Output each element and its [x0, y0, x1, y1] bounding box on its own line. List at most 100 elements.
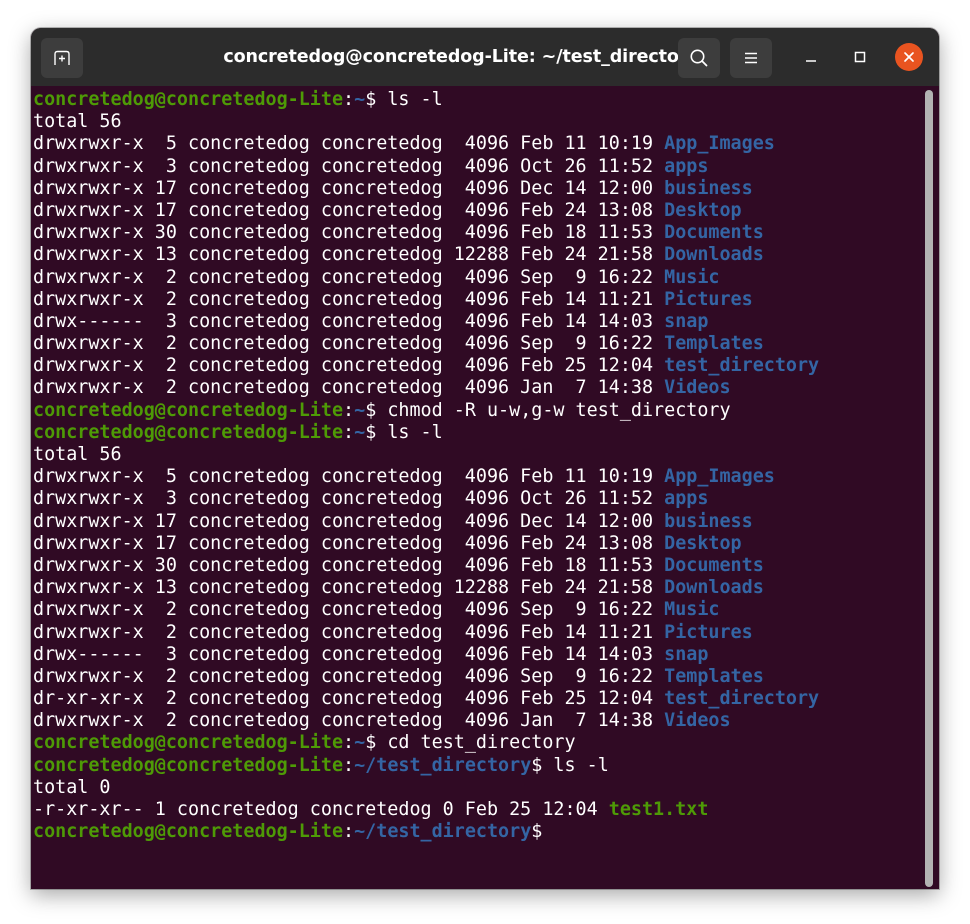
- terminal-text: drwxrwxr-x 17 concretedog concretedog 40…: [33, 199, 665, 221]
- terminal-line: drwxrwxr-x 30 concretedog concretedog 40…: [33, 222, 923, 244]
- terminal-output[interactable]: concretedog@concretedog-Lite:~$ ls -l tot…: [31, 86, 923, 889]
- prompt-path: ~: [354, 421, 366, 443]
- terminal-line: total 56: [33, 111, 923, 133]
- terminal-line: drwxrwxr-x 13 concretedog concretedog 12…: [33, 577, 923, 599]
- terminal-text: $: [531, 821, 543, 843]
- directory-name: Videos: [664, 710, 731, 732]
- terminal-text: $ cd test_directory: [365, 732, 576, 754]
- terminal-line: concretedog@concretedog-Lite:~$ cd test_…: [33, 732, 923, 754]
- terminal-window: concretedog@concretedog-Lite: ~/test_dir…: [31, 28, 939, 889]
- maximize-icon: [854, 51, 866, 63]
- terminal-line: drwxrwxr-x 2 concretedog concretedog 409…: [33, 333, 923, 355]
- directory-name: Templates: [664, 333, 764, 355]
- close-button[interactable]: [895, 43, 923, 71]
- terminal-text: :: [343, 89, 355, 110]
- close-icon: [904, 52, 914, 62]
- minimize-icon: [806, 60, 816, 62]
- directory-name: snap: [664, 643, 709, 665]
- terminal-text: drwxrwxr-x 5 concretedog concretedog 409…: [33, 466, 665, 488]
- terminal-line: drwxrwxr-x 17 concretedog concretedog 40…: [33, 533, 923, 555]
- terminal-line: concretedog@concretedog-Lite:~/test_dire…: [33, 821, 923, 843]
- terminal-line: concretedog@concretedog-Lite:~$ ls -l: [33, 422, 923, 444]
- prompt-user-host: concretedog@concretedog-Lite: [33, 754, 344, 776]
- terminal-line: drwxrwxr-x 30 concretedog concretedog 40…: [33, 555, 923, 577]
- terminal-line: drwx------ 3 concretedog concretedog 409…: [33, 311, 923, 333]
- terminal-text: drwxrwxr-x 17 concretedog concretedog 40…: [33, 532, 665, 554]
- terminal-line: concretedog@concretedog-Lite:~$ chmod -R…: [33, 400, 923, 422]
- terminal-line: total 56: [33, 444, 923, 466]
- terminal-line: drwxrwxr-x 2 concretedog concretedog 409…: [33, 377, 923, 399]
- prompt-user-host: concretedog@concretedog-Lite: [33, 399, 344, 421]
- terminal-text: drwxrwxr-x 17 concretedog concretedog 40…: [33, 510, 665, 532]
- prompt-path: ~/test_directory: [354, 821, 532, 843]
- terminal-line: drwxrwxr-x 13 concretedog concretedog 12…: [33, 244, 923, 266]
- terminal-text: drwxrwxr-x 3 concretedog concretedog 409…: [33, 488, 665, 510]
- terminal-text: drwxrwxr-x 2 concretedog concretedog 409…: [33, 288, 665, 310]
- terminal-line: drwxrwxr-x 2 concretedog concretedog 409…: [33, 666, 923, 688]
- menu-button[interactable]: [730, 38, 772, 78]
- directory-name: Desktop: [664, 532, 742, 554]
- minimize-button[interactable]: [797, 43, 825, 71]
- terminal-text: drwxrwxr-x 2 concretedog concretedog 409…: [33, 266, 665, 288]
- directory-name: Videos: [664, 377, 731, 399]
- terminal-text: drwxrwxr-x 30 concretedog concretedog 40…: [33, 222, 665, 244]
- terminal-line: drwxrwxr-x 2 concretedog concretedog 409…: [33, 599, 923, 621]
- window-title: concretedog@concretedog-Lite: ~/test_dir…: [223, 47, 699, 67]
- terminal-text: :: [343, 421, 355, 443]
- directory-name: test_directory: [664, 355, 820, 377]
- file-name: test1.txt: [608, 799, 709, 820]
- prompt-user-host: concretedog@concretedog-Lite: [33, 732, 344, 754]
- terminal-text: total 56: [33, 444, 122, 465]
- terminal-text: drwxrwxr-x 2 concretedog concretedog 409…: [33, 710, 665, 732]
- terminal-line: drwxrwxr-x 17 concretedog concretedog 40…: [33, 511, 923, 533]
- directory-name: Pictures: [664, 621, 753, 643]
- terminal-text: drwxrwxr-x 17 concretedog concretedog 40…: [33, 177, 665, 199]
- directory-name: Music: [664, 599, 720, 621]
- directory-name: Music: [664, 266, 720, 288]
- scrollbar[interactable]: [925, 90, 933, 887]
- terminal-line: drwxrwxr-x 17 concretedog concretedog 40…: [33, 200, 923, 222]
- terminal-line: drwxrwxr-x 5 concretedog concretedog 409…: [33, 133, 923, 155]
- terminal-text: :: [343, 732, 355, 754]
- directory-name: Downloads: [664, 244, 764, 266]
- terminal-text: total 56: [33, 111, 122, 133]
- terminal-line: drwxrwxr-x 5 concretedog concretedog 409…: [33, 466, 923, 488]
- terminal-text: drwxrwxr-x 2 concretedog concretedog 409…: [33, 665, 665, 687]
- directory-name: Documents: [664, 554, 764, 576]
- terminal-text: :: [343, 399, 355, 421]
- terminal-text: drwxrwxr-x 5 concretedog concretedog 409…: [33, 133, 665, 155]
- directory-name: snap: [664, 310, 709, 332]
- directory-name: Documents: [664, 222, 764, 244]
- terminal-text: drwxrwxr-x 30 concretedog concretedog 40…: [33, 554, 665, 576]
- directory-name: Templates: [664, 665, 764, 687]
- terminal-text: drwxrwxr-x 13 concretedog concretedog 12…: [33, 244, 665, 266]
- search-button[interactable]: [678, 38, 720, 78]
- directory-name: apps: [664, 155, 709, 177]
- title-bar: concretedog@concretedog-Lite: ~/test_dir…: [31, 28, 939, 86]
- search-icon: [690, 49, 708, 67]
- terminal-text: :: [343, 821, 355, 843]
- new-tab-button[interactable]: [41, 38, 83, 78]
- prompt-path: ~/test_directory: [354, 754, 532, 776]
- prompt-path: ~: [354, 89, 366, 110]
- terminal-text: drwxrwxr-x 13 concretedog concretedog 12…: [33, 577, 665, 599]
- terminal-line: total 0: [33, 777, 923, 799]
- prompt-path: ~: [354, 732, 366, 754]
- terminal-text: :: [343, 754, 355, 776]
- hamburger-menu-icon: [745, 52, 757, 64]
- maximize-button[interactable]: [846, 43, 874, 71]
- prompt-path: ~: [354, 399, 366, 421]
- directory-name: Desktop: [664, 199, 742, 221]
- terminal-line: drwxrwxr-x 3 concretedog concretedog 409…: [33, 488, 923, 510]
- terminal-text: drwxrwxr-x 2 concretedog concretedog 409…: [33, 333, 665, 355]
- directory-name: business: [664, 510, 753, 532]
- terminal-text: $ chmod -R u-w,g-w test_directory: [365, 399, 731, 421]
- terminal-line: concretedog@concretedog-Lite:~/test_dire…: [33, 755, 923, 777]
- terminal-text: drwxrwxr-x 2 concretedog concretedog 409…: [33, 377, 665, 399]
- directory-name: Pictures: [664, 288, 753, 310]
- terminal-line: drwx------ 3 concretedog concretedog 409…: [33, 644, 923, 666]
- prompt-user-host: concretedog@concretedog-Lite: [33, 89, 344, 110]
- terminal-line: drwxrwxr-x 2 concretedog concretedog 409…: [33, 267, 923, 289]
- terminal-text: $ ls -l: [531, 754, 609, 776]
- terminal-line: drwxrwxr-x 2 concretedog concretedog 409…: [33, 710, 923, 732]
